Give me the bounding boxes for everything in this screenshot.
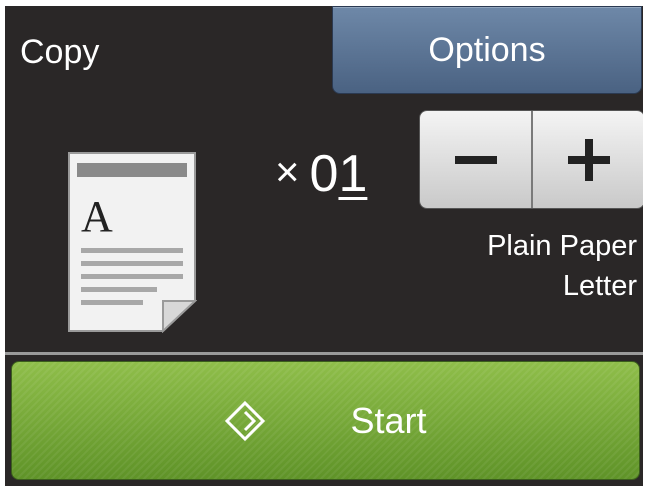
count-digit-lead: 0 — [309, 145, 339, 203]
document-preview-icon: A — [68, 152, 197, 333]
count-digit-active: 1 — [338, 145, 368, 203]
divider — [5, 352, 643, 355]
paper-settings: Plain Paper Letter — [487, 226, 637, 306]
copy-count: × 01 — [275, 144, 367, 204]
svg-text:A: A — [81, 192, 113, 241]
paper-type: Plain Paper — [487, 230, 637, 262]
plus-icon — [567, 138, 610, 181]
paper-size: Letter — [562, 270, 637, 302]
start-diamond-icon — [225, 400, 266, 441]
screen-title: Copy — [20, 33, 100, 71]
options-button[interactable]: Options — [332, 6, 642, 94]
start-label: Start — [350, 399, 427, 441]
increase-button[interactable] — [531, 111, 643, 208]
start-button[interactable]: Start — [11, 361, 640, 480]
copy-screen: Copy Options A × 01 Plain Paper Letter S… — [5, 6, 643, 486]
minus-icon — [454, 155, 497, 164]
times-sign: × — [275, 148, 300, 195]
copy-count-stepper — [419, 110, 643, 209]
decrease-button[interactable] — [420, 111, 531, 208]
